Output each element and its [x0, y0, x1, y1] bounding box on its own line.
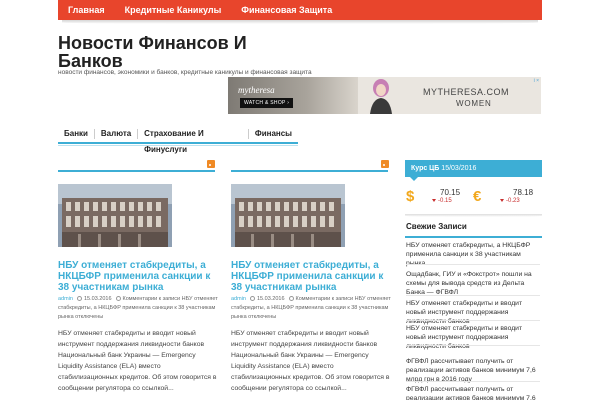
euro-icon: € — [473, 188, 482, 205]
ad-subtitle: WOMEN — [456, 99, 492, 108]
post-comments-status: Комментарии к записи НБУ отменяет стабкр… — [58, 296, 218, 320]
currency-rates-date: 15/03/2016 — [441, 165, 477, 172]
header-pointer — [410, 177, 418, 181]
currency-rates-header: Курс ЦБ 15/03/2016 — [405, 160, 542, 177]
usd-rate-change: -0.15 — [432, 198, 452, 204]
recent-post-link[interactable]: ФГВФЛ рассчитывает получить от реализаци… — [406, 385, 540, 400]
clock-icon — [76, 296, 82, 301]
eur-change-value: -0.23 — [506, 198, 520, 204]
usd-change-value: -0.15 — [438, 198, 452, 204]
clock-icon — [249, 296, 255, 301]
category-finance[interactable]: Финансы — [249, 126, 298, 142]
currency-rates-label: Курс ЦБ — [411, 165, 440, 172]
ad-logo: mytheresa — [238, 85, 275, 95]
site-description: новости финансов, экономики и банков, кр… — [58, 69, 312, 76]
ad-model-image — [370, 79, 392, 114]
post-excerpt: НБУ отменяет стабкредиты и вводит новый … — [58, 330, 217, 392]
dollar-icon: $ — [406, 188, 415, 205]
bank-building-image — [58, 184, 172, 247]
post-title-1[interactable]: НБУ отменяет стабкредиты, а НКЦБФР приме… — [58, 260, 222, 293]
post-meta: admin 15.03.2016 Комментарии к записи НБУ … — [231, 295, 395, 322]
topnav-item-credit-holidays[interactable]: Кредитные Каникулы — [115, 0, 232, 20]
recent-post-link[interactable]: ФГВФЛ рассчитывает получить от реализаци… — [406, 357, 540, 384]
list-separator — [406, 264, 540, 265]
post-thumbnail[interactable] — [58, 184, 172, 247]
post-excerpt: НБУ отменяет стабкредиты и вводит новый … — [231, 330, 390, 392]
ad-info-icon[interactable]: i × — [534, 78, 539, 84]
topnav-item-financial-protection[interactable]: Финансовая Защита — [231, 0, 342, 20]
category-banks[interactable]: Банки — [58, 126, 94, 142]
post-author-link[interactable]: admin — [58, 296, 73, 302]
column-divider-line — [58, 170, 215, 172]
recent-post-link[interactable]: НБУ отменяет стабкредиты и вводит новый … — [406, 299, 540, 326]
post-thumbnail[interactable] — [231, 184, 345, 247]
list-separator — [406, 320, 540, 321]
recent-posts-underline — [405, 236, 542, 238]
comment-icon — [288, 296, 294, 301]
list-separator — [406, 345, 540, 346]
category-underline — [58, 145, 298, 146]
list-separator — [406, 295, 540, 296]
eur-rate-value: 78.18 — [513, 188, 534, 197]
post-date: 15.03.2016 — [256, 296, 285, 302]
rss-icon[interactable] — [207, 160, 215, 168]
recent-posts-title: Свежие Записи — [406, 222, 467, 231]
ad-watch-shop-button[interactable]: WATCH & SHOP › — [240, 98, 294, 108]
site-title[interactable]: Новости Финансов И Банков — [58, 34, 258, 70]
category-navigation: Банки Валюта Страхование И Финуслуги Фин… — [58, 126, 298, 154]
category-currency[interactable]: Валюта — [95, 126, 137, 142]
bank-building-image — [231, 184, 345, 247]
list-separator — [406, 381, 540, 382]
post-date: 15.03.2016 — [83, 296, 112, 302]
eur-rate-change: -0.23 — [500, 198, 520, 204]
post-author-link[interactable]: admin — [231, 296, 246, 302]
ad-brand: MYTHERESA.COM — [423, 87, 510, 97]
ad-image-left — [228, 77, 358, 114]
post-comments-status: Комментарии к записи НБУ отменяет стабкр… — [231, 296, 391, 320]
recent-post-link[interactable]: Ощадбанк, ГИУ и «Фокстрот» пошли на схем… — [406, 270, 540, 297]
rates-shadow — [405, 214, 542, 217]
top-navigation: Главная Кредитные Каникулы Финансовая За… — [58, 0, 542, 20]
category-insurance[interactable]: Страхование И Финуслуги — [138, 126, 248, 154]
topnav-shadow — [62, 20, 538, 24]
post-meta: admin 15.03.2016 Комментарии к записи НБУ … — [58, 295, 222, 322]
rss-icon[interactable] — [381, 160, 389, 168]
down-arrow-icon — [500, 199, 504, 202]
topnav-item-home[interactable]: Главная — [58, 0, 115, 20]
comment-icon — [115, 296, 121, 301]
down-arrow-icon — [432, 199, 436, 202]
post-title-2[interactable]: НБУ отменяет стабкредиты, а НКЦБФР приме… — [231, 260, 395, 293]
column-divider-line — [231, 170, 388, 172]
recent-post-link[interactable]: НБУ отменяет стабкредиты и вводит новый … — [406, 324, 540, 351]
usd-rate-value: 70.15 — [440, 188, 461, 197]
ad-banner[interactable]: mytheresa WATCH & SHOP › MYTHERESA.COM W… — [228, 77, 541, 114]
